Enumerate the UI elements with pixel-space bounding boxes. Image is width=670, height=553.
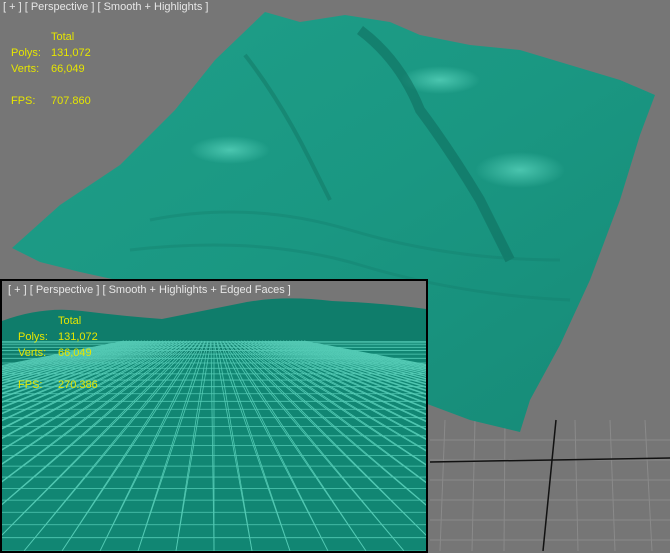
viewport-menu-view[interactable]: [ Perspective ]: [25, 1, 95, 13]
polys-value: 131,072: [58, 331, 98, 343]
polys-label: Polys:: [11, 47, 41, 59]
verts-value: 66,049: [51, 63, 85, 75]
polys-value: 131,072: [51, 47, 91, 59]
viewport-menu-shading[interactable]: [ Smooth + Highlights + Edged Faces ]: [102, 284, 290, 296]
fps-value: 270.386: [58, 379, 98, 391]
viewport-menu-plus[interactable]: [ + ]: [3, 1, 22, 13]
verts-value: 66,049: [58, 347, 92, 359]
inset-viewport-label: [ + ] [ Perspective ] [ Smooth + Highlig…: [8, 284, 291, 296]
viewport-menu-shading[interactable]: [ Smooth + Highlights ]: [97, 1, 208, 13]
stats-header: Total: [58, 315, 82, 327]
verts-label: Verts:: [11, 63, 40, 75]
fps-label: FPS:: [18, 379, 43, 391]
main-viewport-stats: Total Polys: 131,072 Verts: 66,049 FPS: 707…: [11, 29, 91, 109]
polys-label: Polys:: [18, 331, 48, 343]
viewport-menu-view[interactable]: [ Perspective ]: [30, 284, 100, 296]
inset-viewport[interactable]: [ + ] [ Perspective ] [ Smooth + Highlig…: [0, 279, 428, 553]
inset-viewport-stats: Total Polys: 131,072 Verts: 66,049 FPS: 270…: [18, 313, 98, 393]
fps-value: 707.860: [51, 95, 91, 107]
viewport-menu-plus[interactable]: [ + ]: [8, 284, 27, 296]
verts-label: Verts:: [18, 347, 47, 359]
main-viewport-label: [ + ] [ Perspective ] [ Smooth + Highlig…: [3, 1, 208, 13]
stats-header: Total: [51, 31, 75, 43]
fps-label: FPS:: [11, 95, 36, 107]
